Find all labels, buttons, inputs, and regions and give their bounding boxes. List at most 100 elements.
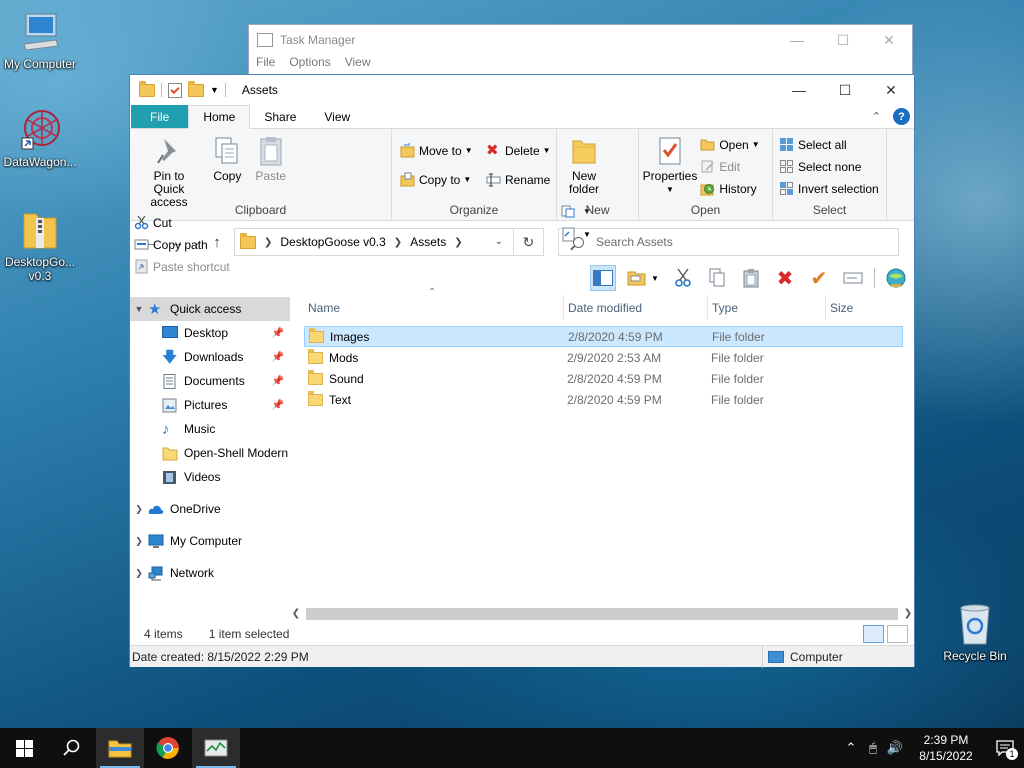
- nav-quick-access[interactable]: ▼ ★ Quick access: [130, 297, 290, 321]
- menu-options[interactable]: Options: [289, 55, 330, 69]
- paste-icon[interactable]: [738, 265, 764, 291]
- invert-selection-button[interactable]: Invert selection: [779, 179, 879, 198]
- pin-icon[interactable]: 📌: [272, 328, 284, 339]
- file-row[interactable]: Images 2/8/2020 4:59 PM File folder: [304, 326, 903, 347]
- cut-icon[interactable]: [670, 265, 696, 291]
- start-button[interactable]: [0, 728, 48, 768]
- explorer-titlebar[interactable]: ▼ Assets — ☐ ✕: [130, 75, 914, 105]
- expand-arrow-icon[interactable]: ❯: [130, 568, 148, 579]
- file-row[interactable]: Text 2/8/2020 4:59 PM File folder: [304, 389, 903, 410]
- scrollbar-thumb[interactable]: [306, 607, 898, 620]
- nav-pictures[interactable]: Pictures 📌: [130, 393, 290, 417]
- breadcrumb-desktopgoose[interactable]: DesktopGoose v0.3: [280, 235, 385, 249]
- tab-home[interactable]: Home: [188, 105, 251, 129]
- search-input[interactable]: Search Assets: [558, 228, 899, 256]
- desktop-icon-my-computer[interactable]: My Computer: [0, 10, 80, 71]
- breadcrumb-assets[interactable]: Assets: [410, 235, 446, 249]
- rename-icon[interactable]: [840, 265, 866, 291]
- desktop-icon-datawagon[interactable]: DataWagon...: [0, 108, 80, 169]
- chevron-down-icon[interactable]: ⌄: [495, 236, 503, 247]
- copy-icon[interactable]: [704, 265, 730, 291]
- new-folder-button[interactable]: New folder: [561, 133, 607, 198]
- history-button[interactable]: History: [700, 179, 759, 198]
- taskbar-task-manager[interactable]: [192, 728, 240, 768]
- network-tray-icon[interactable]: 🖱: [862, 740, 884, 756]
- copy-to-button[interactable]: Copy to ▼: [400, 170, 473, 189]
- details-view-icon[interactable]: [863, 625, 884, 643]
- delete-button[interactable]: ✖ Delete ▼: [486, 141, 551, 160]
- copy-path-button[interactable]: Copy path: [134, 235, 230, 254]
- delete-icon[interactable]: ✖: [772, 265, 798, 291]
- new-folder-qa-icon[interactable]: [188, 80, 204, 97]
- customize-qa-icon[interactable]: ▼: [210, 85, 219, 95]
- menu-file[interactable]: File: [256, 55, 275, 69]
- select-all-button[interactable]: Select all: [779, 135, 879, 154]
- minimize-icon[interactable]: —: [774, 25, 820, 55]
- move-to-button[interactable]: Move to ▼: [400, 141, 473, 160]
- file-row[interactable]: Mods 2/9/2020 2:53 AM File folder: [304, 347, 903, 368]
- taskbar-file-explorer[interactable]: [96, 728, 144, 768]
- desktop-icon-desktopgoose[interactable]: DesktopGo... v0.3: [0, 208, 80, 283]
- expand-arrow-icon[interactable]: ❯: [130, 536, 148, 547]
- rename-button[interactable]: Rename: [486, 170, 551, 189]
- volume-icon[interactable]: 🔊: [884, 740, 906, 756]
- nav-open-shell-modern[interactable]: Open-Shell Modern: [130, 441, 290, 465]
- checkmark-icon[interactable]: ✔: [806, 265, 832, 291]
- large-icons-view-icon[interactable]: [887, 625, 908, 643]
- pin-icon[interactable]: 📌: [272, 376, 284, 387]
- file-row[interactable]: Sound 2/8/2020 4:59 PM File folder: [304, 368, 903, 389]
- taskbar-chrome[interactable]: [144, 728, 192, 768]
- explorer-window[interactable]: ▼ Assets — ☐ ✕ File Home Share View ⌃ ? …: [129, 74, 915, 668]
- horizontal-scrollbar[interactable]: ❮ ❯: [290, 605, 914, 622]
- copy-button[interactable]: Copy: [207, 133, 247, 185]
- expand-arrow-icon[interactable]: ▼: [130, 304, 148, 314]
- chevron-right-icon[interactable]: ❯: [394, 237, 402, 248]
- close-icon[interactable]: ✕: [866, 25, 912, 55]
- chevron-right-icon[interactable]: ❯: [264, 237, 272, 248]
- tab-view[interactable]: View: [310, 105, 364, 128]
- edit-button[interactable]: Edit: [700, 157, 759, 176]
- nav-videos[interactable]: Videos: [130, 465, 290, 489]
- open-button[interactable]: Open ▼: [700, 135, 760, 154]
- help-icon[interactable]: ?: [893, 108, 910, 125]
- address-bar[interactable]: ❯ DesktopGoose v0.3 ❯ Assets ❯ ⌄: [234, 228, 514, 256]
- maximize-icon[interactable]: ☐: [822, 75, 868, 105]
- scroll-right-icon[interactable]: ❯: [902, 608, 914, 619]
- nav-my-computer[interactable]: ❯ My Computer: [130, 529, 290, 553]
- nav-desktop[interactable]: Desktop 📌: [130, 321, 290, 345]
- tab-share[interactable]: Share: [250, 105, 310, 128]
- clock[interactable]: 2:39 PM 8/15/2022: [906, 732, 986, 764]
- nav-onedrive[interactable]: ❯ OneDrive: [130, 497, 290, 521]
- pin-icon[interactable]: 📌: [272, 400, 284, 411]
- expand-arrow-icon[interactable]: ❯: [130, 504, 148, 515]
- tab-file[interactable]: File: [131, 105, 189, 128]
- nav-documents[interactable]: Documents 📌: [130, 369, 290, 393]
- nav-music[interactable]: ♪ Music: [130, 417, 290, 441]
- maximize-icon[interactable]: ☐: [820, 25, 866, 55]
- pin-quick-access-button[interactable]: Pin to Quick access: [134, 133, 204, 211]
- globe-icon[interactable]: [883, 265, 909, 291]
- details-pane-icon[interactable]: ▼: [624, 265, 662, 291]
- column-header-type[interactable]: Type: [708, 295, 826, 321]
- chevron-right-icon[interactable]: ❯: [454, 237, 462, 248]
- close-icon[interactable]: ✕: [868, 75, 914, 105]
- paste-shortcut-button[interactable]: Paste shortcut: [134, 257, 230, 276]
- properties-button[interactable]: Properties ▼: [643, 133, 697, 198]
- search-button[interactable]: [48, 728, 96, 768]
- navigation-pane-icon[interactable]: [590, 265, 616, 291]
- column-header-name[interactable]: Name: [304, 295, 564, 321]
- column-header-size[interactable]: Size: [826, 295, 902, 321]
- action-center-button[interactable]: 1: [986, 728, 1024, 768]
- column-header-date[interactable]: Date modified: [564, 295, 708, 321]
- menu-view[interactable]: View: [345, 55, 371, 69]
- collapse-ribbon-icon[interactable]: ⌃: [872, 110, 881, 123]
- nav-downloads[interactable]: 🡇 Downloads 📌: [130, 345, 290, 369]
- nav-network[interactable]: ❯ Network: [130, 561, 290, 585]
- minimize-icon[interactable]: —: [776, 75, 822, 105]
- chevron-up-icon[interactable]: ⌃: [840, 740, 862, 756]
- paste-button[interactable]: Paste: [251, 133, 291, 185]
- select-none-button[interactable]: Select none: [779, 157, 879, 176]
- properties-qa-icon[interactable]: [168, 82, 182, 98]
- scroll-left-icon[interactable]: ❮: [290, 608, 302, 619]
- desktop-icon-recycle-bin[interactable]: Recycle Bin: [935, 602, 1015, 663]
